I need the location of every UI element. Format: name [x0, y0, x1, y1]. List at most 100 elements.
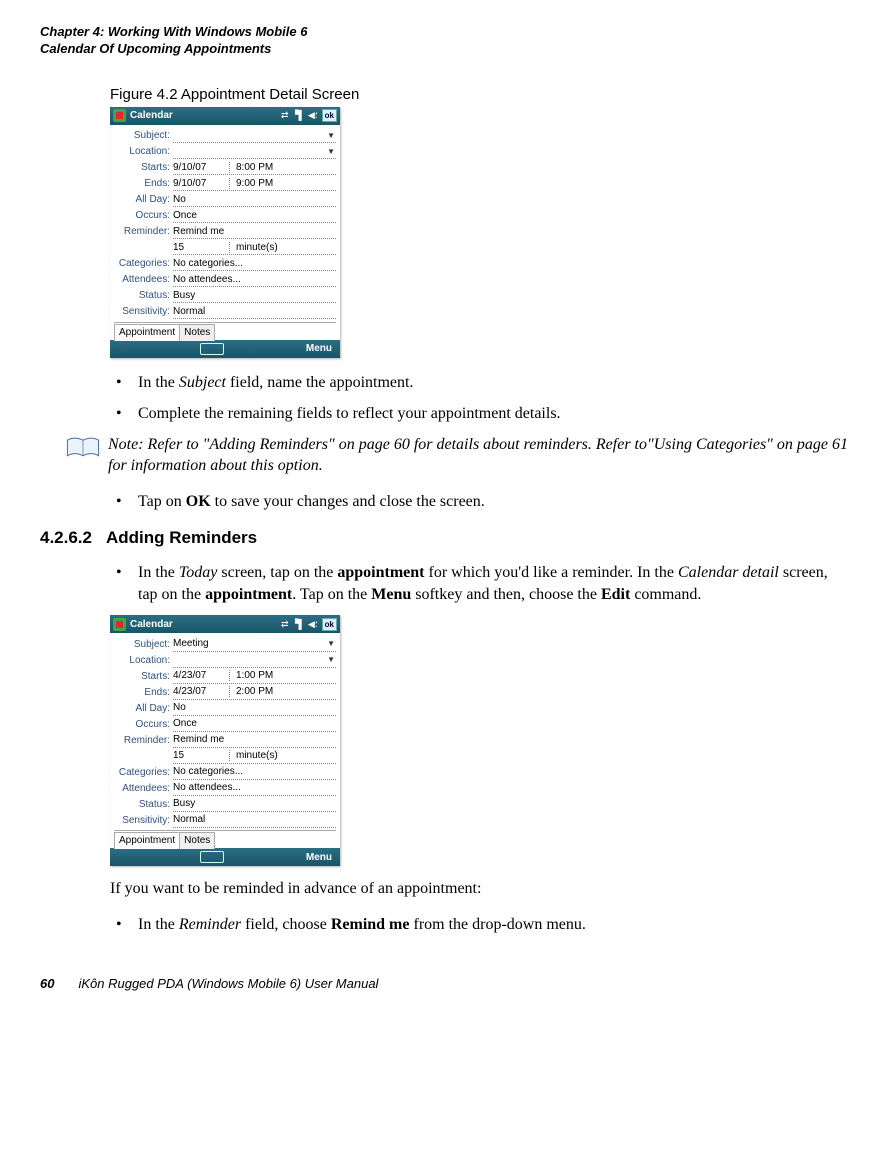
status-icons: ⇄ ▝▌ ◀؛ — [281, 110, 318, 121]
starts-label: Starts: — [114, 671, 173, 682]
subject-input[interactable]: ▼ — [173, 128, 336, 143]
sensitivity-input[interactable]: Normal — [173, 304, 336, 319]
section-title: Calendar Of Upcoming Appointments — [40, 41, 852, 58]
start-flag-icon[interactable] — [113, 109, 126, 122]
form-area: Subject:▼ Location:▼ Starts:9/10/078:00 … — [110, 125, 340, 340]
occurs-row: Occurs:Once — [114, 208, 336, 224]
status-label: Status: — [114, 799, 173, 810]
ends-input[interactable]: 4/23/072:00 PM — [173, 685, 336, 700]
subject-row: Subject: ▼ — [114, 128, 336, 144]
body-text-2: Tap on OK to save your changes and close… — [110, 491, 842, 513]
allday-label: All Day: — [114, 703, 173, 714]
attendees-input[interactable]: No attendees... — [173, 272, 336, 287]
device-screenshot-1: Calendar ⇄ ▝▌ ◀؛ ok Subject: ▼ Location: ▼… — [110, 107, 340, 358]
starts-row: Starts:4/23/071:00 PM — [114, 668, 336, 684]
ok-button[interactable]: ok — [322, 618, 337, 631]
reminder-qty-input[interactable]: 15minute(s) — [173, 240, 336, 255]
dropdown-arrow-icon[interactable]: ▼ — [327, 147, 336, 156]
heading-title: Adding Reminders — [106, 528, 257, 547]
tab-notes[interactable]: Notes — [179, 832, 215, 849]
heading-adding-reminders: 4.2.6.2Adding Reminders — [40, 528, 852, 548]
categories-label: Categories: — [114, 258, 173, 269]
location-row: Location:▼ — [114, 652, 336, 668]
starts-input[interactable]: 4/23/071:00 PM — [173, 669, 336, 684]
ends-row: Ends:9/10/079:00 PM — [114, 176, 336, 192]
figure-caption: Figure 4.2 Appointment Detail Screen — [110, 86, 852, 103]
categories-label: Categories: — [114, 767, 173, 778]
attendees-row: Attendees:No attendees... — [114, 272, 336, 288]
signal-icon[interactable]: ▝▌ — [292, 110, 305, 121]
allday-input[interactable]: No — [173, 192, 336, 207]
bullet-tap-ok: Tap on OK to save your changes and close… — [110, 491, 842, 513]
dropdown-arrow-icon[interactable]: ▼ — [327, 655, 336, 664]
status-row: Status:Busy — [114, 796, 336, 812]
status-label: Status: — [114, 290, 173, 301]
tab-appointment[interactable]: Appointment — [114, 832, 180, 849]
ends-label: Ends: — [114, 687, 173, 698]
location-input[interactable]: ▼ — [173, 653, 336, 668]
titlebar-title: Calendar — [130, 619, 277, 630]
titlebar: Calendar ⇄ ▝▌ ◀؛ ok — [110, 107, 340, 125]
subject-row: Subject:Meeting▼ — [114, 636, 336, 652]
connectivity-icon[interactable]: ⇄ — [281, 619, 289, 630]
subject-input[interactable]: Meeting▼ — [173, 637, 336, 652]
ok-button[interactable]: ok — [322, 109, 337, 122]
body-text-3: In the Today screen, tap on the appointm… — [110, 562, 842, 605]
sensitivity-input[interactable]: Normal — [173, 813, 336, 828]
attendees-label: Attendees: — [114, 274, 173, 285]
body-text-1: In the Subject field, name the appointme… — [110, 372, 842, 425]
status-input[interactable]: Busy — [173, 797, 336, 812]
volume-icon[interactable]: ◀؛ — [308, 619, 318, 630]
occurs-input[interactable]: Once — [173, 717, 336, 732]
categories-input[interactable]: No categories... — [173, 256, 336, 271]
sensitivity-row: Sensitivity:Normal — [114, 304, 336, 320]
reminder-qty-input[interactable]: 15minute(s) — [173, 749, 336, 764]
titlebar: Calendar ⇄ ▝▌ ◀؛ ok — [110, 615, 340, 633]
starts-input[interactable]: 9/10/078:00 PM — [173, 160, 336, 175]
reminder-row: Reminder:Remind me — [114, 732, 336, 748]
occurs-input[interactable]: Once — [173, 208, 336, 223]
keyboard-icon[interactable] — [200, 851, 224, 863]
reminder-row: Reminder:Remind me — [114, 224, 336, 240]
note-text: Note: Refer to "Adding Reminders" on pag… — [108, 435, 852, 477]
status-icons: ⇄ ▝▌ ◀؛ — [281, 619, 318, 630]
bullet-open-appointment: In the Today screen, tap on the appointm… — [110, 562, 842, 605]
keyboard-icon[interactable] — [200, 343, 224, 355]
tabs-row: Appointment Notes — [114, 830, 336, 848]
paragraph-advance-reminder: If you want to be reminded in advance of… — [110, 878, 852, 900]
location-label: Location: — [114, 146, 173, 157]
tabs-row: Appointment Notes — [114, 322, 336, 340]
reminder-input[interactable]: Remind me — [173, 733, 336, 748]
signal-icon[interactable]: ▝▌ — [292, 619, 305, 630]
occurs-row: Occurs:Once — [114, 716, 336, 732]
allday-label: All Day: — [114, 194, 173, 205]
reminder-input[interactable]: Remind me — [173, 224, 336, 239]
ends-input[interactable]: 9/10/079:00 PM — [173, 176, 336, 191]
connectivity-icon[interactable]: ⇄ — [281, 110, 289, 121]
running-header: Chapter 4: Working With Windows Mobile 6… — [40, 24, 852, 58]
subject-label: Subject: — [114, 130, 173, 141]
location-input[interactable]: ▼ — [173, 144, 336, 159]
categories-row: Categories:No categories... — [114, 256, 336, 272]
softkey-right[interactable]: Menu — [306, 343, 332, 354]
allday-input[interactable]: No — [173, 701, 336, 716]
dropdown-arrow-icon[interactable]: ▼ — [327, 639, 336, 648]
attendees-label: Attendees: — [114, 783, 173, 794]
softkey-right[interactable]: Menu — [306, 852, 332, 863]
manual-title: iKôn Rugged PDA (Windows Mobile 6) User … — [78, 976, 378, 991]
bullet-subject-field: In the Subject field, name the appointme… — [110, 372, 842, 394]
status-row: Status:Busy — [114, 288, 336, 304]
tab-appointment[interactable]: Appointment — [114, 324, 180, 341]
tab-notes[interactable]: Notes — [179, 324, 215, 341]
categories-input[interactable]: No categories... — [173, 765, 336, 780]
volume-icon[interactable]: ◀؛ — [308, 110, 318, 121]
page-footer: 60 iKôn Rugged PDA (Windows Mobile 6) Us… — [40, 976, 852, 991]
page-number: 60 — [40, 976, 54, 991]
occurs-label: Occurs: — [114, 210, 173, 221]
attendees-input[interactable]: No attendees... — [173, 781, 336, 796]
body-text-4: In the Reminder field, choose Remind me … — [110, 914, 842, 936]
reminder-label: Reminder: — [114, 226, 173, 237]
status-input[interactable]: Busy — [173, 288, 336, 303]
start-flag-icon[interactable] — [113, 618, 126, 631]
dropdown-arrow-icon[interactable]: ▼ — [327, 131, 336, 140]
